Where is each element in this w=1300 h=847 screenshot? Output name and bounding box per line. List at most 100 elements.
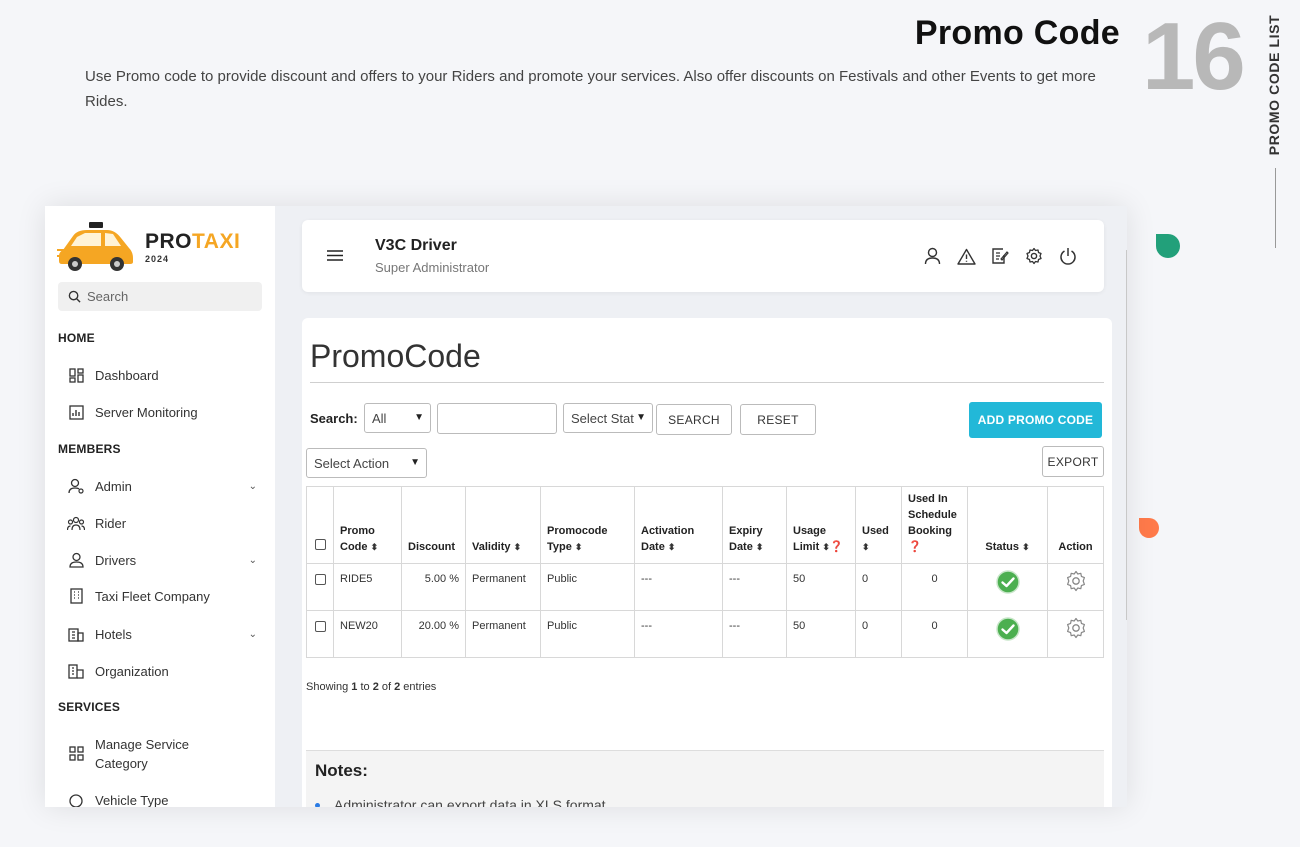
row-checkbox[interactable] xyxy=(314,574,326,585)
pagination-info: Showing 1 to 2 of 2 entries xyxy=(306,681,436,693)
sidebar-item-drivers[interactable]: Drivers ⌄ xyxy=(67,551,263,569)
th-used[interactable]: Used ⬍ xyxy=(855,486,902,564)
sidebar: PROTAXI 2024 Search HOME Dashboard Serve… xyxy=(45,206,275,807)
th-expiry-date[interactable]: Expiry Date ⬍ xyxy=(722,486,787,564)
cell-validity: Permanent xyxy=(465,610,541,658)
sidebar-item-label: Dashboard xyxy=(95,367,159,383)
bullet-icon xyxy=(315,802,320,807)
status-select[interactable]: Select Stat ▼ xyxy=(563,403,653,433)
sidebar-item-manage-service-category[interactable]: Manage Service Category xyxy=(67,735,263,773)
menu-icon[interactable] xyxy=(326,249,344,262)
sidebar-item-label: Server Monitoring xyxy=(95,404,198,420)
th-activation-date[interactable]: Activation Date ⬍ xyxy=(634,486,723,564)
admin-icon xyxy=(67,477,85,495)
sort-icon: ⬍ xyxy=(862,542,870,552)
vehicle-icon xyxy=(67,791,85,807)
add-promo-code-button[interactable]: ADD PROMO CODE xyxy=(969,402,1102,438)
scrollbar[interactable] xyxy=(1126,250,1127,620)
cell-discount: 5.00 % xyxy=(401,563,466,611)
sort-icon: ⬍ xyxy=(667,542,676,552)
warning-icon[interactable] xyxy=(956,246,976,266)
sidebar-item-hotels[interactable]: Hotels ⌄ xyxy=(67,625,263,643)
driver-icon xyxy=(67,551,85,569)
th-status[interactable]: Status ⬍ xyxy=(967,486,1048,564)
logo[interactable]: PROTAXI 2024 xyxy=(57,218,257,273)
search-button[interactable]: SEARCH xyxy=(656,404,732,435)
section-home: HOME xyxy=(58,331,95,345)
user-icon[interactable] xyxy=(922,246,942,266)
notes-section: Notes: Administrator can export data in … xyxy=(306,750,1104,807)
cell-status xyxy=(967,610,1048,658)
row-checkbox[interactable] xyxy=(314,621,326,632)
th-label: Validity xyxy=(472,541,511,553)
sidebar-item-organization[interactable]: Organization xyxy=(67,662,263,680)
th-promo-code[interactable]: Promo Code ⬍ xyxy=(333,486,402,564)
promo-code-table: Promo Code ⬍ Discount Validity ⬍ Promoco… xyxy=(306,486,1104,658)
th-validity[interactable]: Validity ⬍ xyxy=(465,486,541,564)
search-field-value: All xyxy=(372,410,387,426)
sidebar-item-admin[interactable]: Admin ⌄ xyxy=(67,477,263,495)
th-label: Used xyxy=(862,525,889,537)
sidebar-item-dashboard[interactable]: Dashboard xyxy=(67,366,263,384)
showing-of-word: of xyxy=(378,681,395,693)
sidebar-item-label: Vehicle Type xyxy=(95,792,169,808)
search-field-select[interactable]: All ▼ xyxy=(364,403,431,433)
th-promocode-type[interactable]: Promocode Type ⬍ xyxy=(540,486,635,564)
sidebar-search-placeholder: Search xyxy=(87,289,129,304)
building-icon xyxy=(67,587,85,605)
power-icon[interactable] xyxy=(1058,246,1078,266)
status-active-icon[interactable] xyxy=(995,570,1020,594)
cell-status xyxy=(967,563,1048,611)
select-all-cell xyxy=(306,486,334,564)
cell-activation: --- xyxy=(634,610,723,658)
page-title: PromoCode xyxy=(310,338,481,374)
brand-name: PROTAXI xyxy=(145,230,240,254)
user-name: V3C Driver xyxy=(375,237,457,254)
reset-button[interactable]: RESET xyxy=(740,404,816,435)
search-icon xyxy=(68,290,81,303)
gear-icon[interactable] xyxy=(1065,617,1087,639)
gear-icon[interactable] xyxy=(1024,246,1044,266)
bulk-action-select[interactable]: Select Action ▼ xyxy=(306,448,427,478)
notes-title: Notes: xyxy=(315,761,368,780)
th-label: Used In Schedule Booking xyxy=(908,493,957,537)
top-actions xyxy=(922,246,1078,266)
th-used-in-schedule-booking: Used In Schedule Booking ❓ xyxy=(901,486,968,564)
sidebar-item-rider[interactable]: Rider xyxy=(67,514,263,532)
help-icon: ❓ xyxy=(908,541,922,553)
decorative-blob-orange xyxy=(1139,518,1159,538)
side-label: PROMO CODE LIST xyxy=(1263,12,1285,157)
sidebar-item-label: Taxi Fleet Company xyxy=(95,588,210,604)
select-all-checkbox[interactable] xyxy=(314,539,326,550)
sidebar-item-server-monitoring[interactable]: Server Monitoring xyxy=(67,403,263,421)
cell-used: 0 xyxy=(855,610,902,658)
export-button[interactable]: EXPORT xyxy=(1042,446,1104,477)
hotel-icon xyxy=(67,625,85,643)
status-active-icon[interactable] xyxy=(995,617,1020,641)
th-discount: Discount xyxy=(401,486,466,564)
search-input[interactable] xyxy=(437,403,557,434)
sidebar-item-taxi-fleet-company[interactable]: Taxi Fleet Company xyxy=(67,587,263,605)
edit-note-icon[interactable] xyxy=(990,246,1010,266)
sort-icon: ⬍ xyxy=(822,542,830,552)
table-row: RIDE5 5.00 % Permanent Public --- --- 50… xyxy=(306,563,1104,611)
chevron-down-icon: ▼ xyxy=(634,412,646,423)
th-label: Status xyxy=(985,541,1019,553)
th-usage-limit[interactable]: Usage Limit ⬍❓ xyxy=(786,486,856,564)
brand-pro: PRO xyxy=(145,230,193,253)
side-divider xyxy=(1275,168,1276,248)
chevron-down-icon: ⌄ xyxy=(248,628,257,640)
cell-activation: --- xyxy=(634,563,723,611)
chevron-down-icon: ⌄ xyxy=(248,480,257,492)
gear-icon[interactable] xyxy=(1065,570,1087,592)
cell-code: RIDE5 xyxy=(333,563,402,611)
th-label: Action xyxy=(1058,541,1093,553)
side-label-text: PROMO CODE LIST xyxy=(1266,14,1282,155)
sidebar-search-input[interactable]: Search xyxy=(58,282,262,311)
sidebar-item-vehicle-type[interactable]: Vehicle Type xyxy=(67,791,263,807)
chart-icon xyxy=(67,403,85,421)
organization-icon xyxy=(67,662,85,680)
hero-title: Promo Code xyxy=(914,14,1120,52)
section-members: MEMBERS xyxy=(58,442,121,456)
sidebar-item-label: Manage Service Category xyxy=(95,737,189,771)
